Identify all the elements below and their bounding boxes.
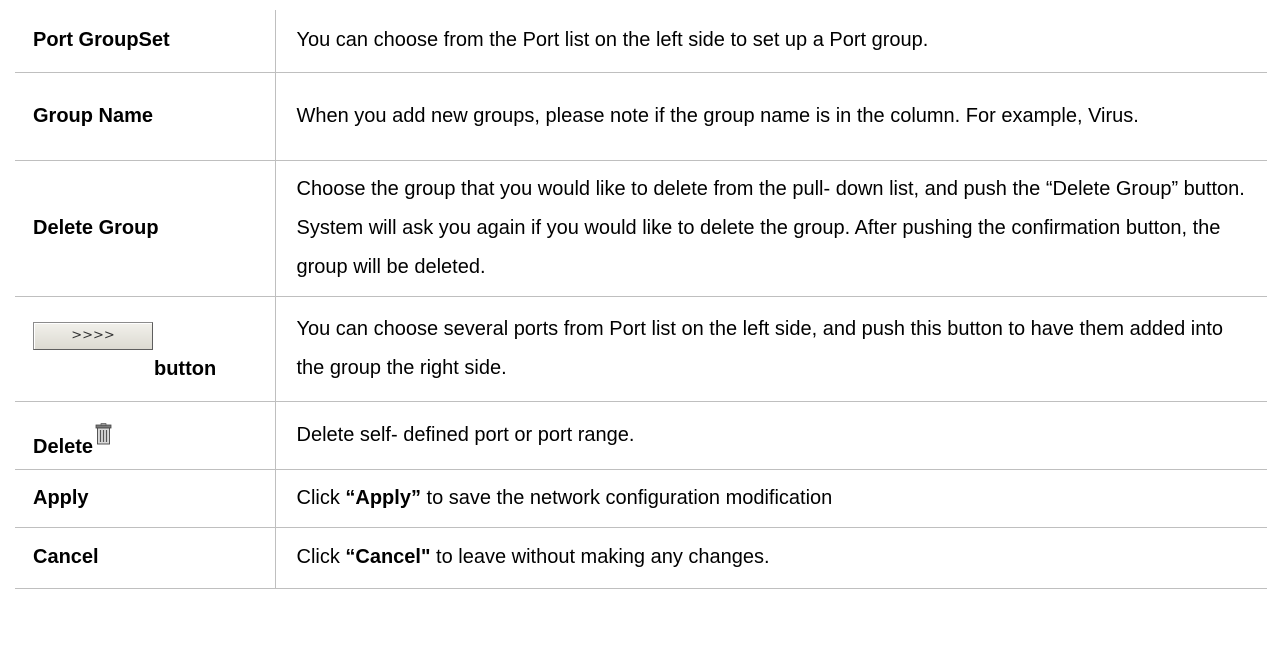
add-ports-button[interactable]: >>>> <box>33 321 153 350</box>
trash-icon[interactable] <box>95 420 112 459</box>
term-cell: >>>> button <box>15 295 276 402</box>
description-cell: Delete self- defined port or port range. <box>274 400 1267 470</box>
description-bold: “Cancel" <box>345 546 431 568</box>
term-cell: Apply <box>15 468 276 528</box>
description-cell: Click “Cancel" to leave without making a… <box>274 526 1267 589</box>
term-cell: Delete Group <box>15 159 276 297</box>
term-port-groupset: Port GroupSet <box>33 29 170 52</box>
description-text: When you add new groups, please note if … <box>296 104 1139 127</box>
term-cell: Group Name <box>15 71 276 161</box>
table-row: Apply Click “Apply” to save the network … <box>15 468 1267 528</box>
table-row: Group Name When you add new groups, plea… <box>15 71 1267 161</box>
description-suffix: to save the network configuration modifi… <box>420 486 833 509</box>
description-cell: You can choose from the Port list on the… <box>274 10 1267 73</box>
term-cell: Cancel <box>15 526 276 589</box>
term-button: button <box>154 357 217 380</box>
term-group-name: Group Name <box>33 104 154 127</box>
description-text: Choose the group that you would like to … <box>296 177 1245 278</box>
table-row: >>>> button You can choose several ports… <box>15 295 1267 402</box>
description-cell: Click “Apply” to save the network config… <box>274 468 1267 528</box>
description-cell: When you add new groups, please note if … <box>274 71 1267 161</box>
term-cell: Port GroupSet <box>15 10 276 73</box>
description-text: You can choose from the Port list on the… <box>296 29 929 52</box>
table-row: Delete Group Choose the group that you w… <box>15 159 1267 297</box>
description-prefix: Click <box>296 546 346 568</box>
description-text: Delete self- defined port or port range. <box>296 423 635 446</box>
description-prefix: Click <box>296 486 346 509</box>
term-delete-group: Delete Group <box>33 216 159 239</box>
table-row: Cancel Click “Cancel" to leave without m… <box>15 526 1267 589</box>
table-row: Delete Delete self- defined port or port… <box>15 400 1267 470</box>
delete-term-wrap: Delete <box>33 420 112 467</box>
button-term-wrap: >>>> button <box>33 306 257 392</box>
description-cell: You can choose several ports from Port l… <box>274 295 1267 402</box>
description-text: You can choose several ports from Port l… <box>296 317 1224 379</box>
term-apply: Apply <box>33 486 89 509</box>
description-suffix: to leave without making any changes. <box>430 546 770 568</box>
table-row: Port GroupSet You can choose from the Po… <box>15 10 1267 73</box>
term-delete: Delete <box>33 435 94 458</box>
term-cancel: Cancel <box>33 546 99 568</box>
term-cell: Delete <box>15 400 276 470</box>
description-cell: Choose the group that you would like to … <box>274 159 1267 297</box>
parameter-table: Port GroupSet You can choose from the Po… <box>15 10 1267 589</box>
description-bold: “Apply” <box>345 486 421 509</box>
